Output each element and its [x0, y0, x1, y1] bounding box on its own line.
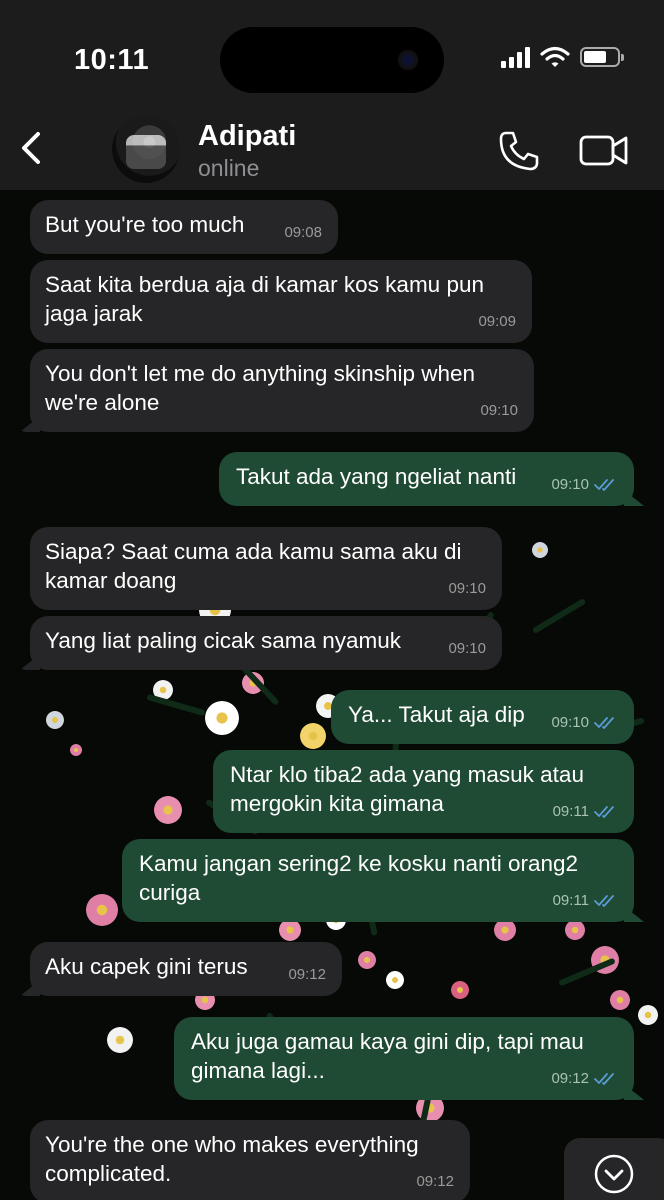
- wallpaper-flower: [610, 990, 630, 1010]
- incoming-message[interactable]: Saat kita berdua aja di kamar kos kamu p…: [30, 260, 532, 343]
- message-meta: 09:10: [551, 708, 618, 737]
- chevron-down-icon: [594, 1154, 634, 1194]
- incoming-message[interactable]: But you're too much 09:08: [30, 200, 338, 254]
- wallpaper-flower: [205, 701, 239, 735]
- back-chevron-icon[interactable]: [14, 128, 54, 168]
- outgoing-message[interactable]: Ya... Takut aja dip 09:10: [331, 690, 634, 744]
- double-check-icon: [594, 805, 614, 818]
- message-time: 09:08: [284, 224, 322, 241]
- wallpaper-flower: [386, 971, 404, 989]
- message-time: 09:10: [480, 402, 518, 419]
- status-time: 10:11: [74, 44, 150, 76]
- wallpaper-flower: [107, 1027, 133, 1053]
- double-check-icon: [594, 478, 614, 491]
- wallpaper-flower: [451, 981, 469, 999]
- battery-icon: [580, 47, 624, 67]
- message-meta: 09:10: [480, 396, 518, 425]
- message-text: You don't let me do anything skinship wh…: [45, 361, 476, 415]
- wallpaper-flower: [70, 744, 82, 756]
- outgoing-message[interactable]: Kamu jangan sering2 ke kosku nanti orang…: [122, 839, 634, 922]
- scroll-to-bottom-button[interactable]: [564, 1138, 664, 1200]
- message-text: Aku capek gini terus: [45, 954, 248, 979]
- message-meta: 09:10: [448, 574, 486, 603]
- video-camera-icon[interactable]: [578, 130, 630, 170]
- wallpaper-leaf: [146, 693, 206, 717]
- incoming-message[interactable]: You don't let me do anything skinship wh…: [30, 349, 534, 432]
- contact-avatar[interactable]: [112, 115, 180, 183]
- chat-header: Adipati online: [0, 110, 664, 190]
- message-meta: 09:11: [553, 797, 618, 826]
- wallpaper-flower: [532, 542, 548, 558]
- message-meta: 09:10: [448, 634, 486, 663]
- double-check-icon: [594, 716, 614, 729]
- incoming-message[interactable]: Yang liat paling cicak sama nyamuk 09:10: [30, 616, 502, 670]
- message-meta: 09:12: [416, 1167, 454, 1196]
- message-meta: 09:12: [551, 1064, 618, 1093]
- wallpaper-flower: [46, 711, 64, 729]
- wallpaper-flower: [279, 919, 301, 941]
- message-text: But you're too much: [45, 212, 245, 237]
- message-time: 09:11: [552, 892, 589, 909]
- message-meta: 09:09: [478, 307, 516, 336]
- wifi-icon: [540, 46, 570, 67]
- incoming-message[interactable]: Aku capek gini terus 09:12: [30, 942, 342, 996]
- message-time: 09:10: [551, 476, 589, 493]
- message-text: Saat kita berdua aja di kamar kos kamu p…: [45, 272, 484, 326]
- message-text: Kamu jangan sering2 ke kosku nanti orang…: [139, 851, 579, 905]
- message-meta: 09:08: [284, 218, 322, 247]
- message-meta: 09:11: [553, 886, 618, 915]
- message-time: 09:10: [551, 714, 589, 731]
- outgoing-message[interactable]: Ntar klo tiba2 ada yang masuk atau mergo…: [213, 750, 634, 833]
- message-time: 09:10: [448, 580, 486, 597]
- message-time: 09:11: [552, 803, 589, 820]
- double-check-icon: [594, 894, 614, 907]
- message-meta: 09:10: [551, 470, 618, 499]
- wallpaper-flower: [86, 894, 118, 926]
- phone-icon[interactable]: [496, 128, 542, 174]
- message-time: 09:12: [551, 1070, 589, 1087]
- wallpaper-flower: [638, 1005, 658, 1025]
- message-meta: 09:12: [288, 960, 326, 989]
- status-bar: 10:11: [0, 0, 664, 110]
- wallpaper-flower: [300, 723, 326, 749]
- incoming-message[interactable]: You're the one who makes everything comp…: [30, 1120, 470, 1200]
- message-text: You're the one who makes everything comp…: [45, 1132, 419, 1186]
- message-time: 09:09: [478, 313, 516, 330]
- wallpaper-leaf: [531, 597, 587, 635]
- outgoing-message[interactable]: Aku juga gamau kaya gini dip, tapi mau g…: [174, 1017, 634, 1100]
- contact-name[interactable]: Adipati: [198, 120, 296, 153]
- wallpaper-flower: [358, 951, 376, 969]
- wallpaper-flower: [154, 796, 182, 824]
- wallpaper-flower: [494, 919, 516, 941]
- message-time: 09:10: [448, 640, 486, 657]
- outgoing-message[interactable]: Takut ada yang ngeliat nanti 09:10: [219, 452, 634, 506]
- contact-presence: online: [198, 155, 260, 181]
- message-time: 09:12: [288, 966, 326, 983]
- message-text: Siapa? Saat cuma ada kamu sama aku di ka…: [45, 539, 462, 593]
- status-icons: [501, 46, 624, 68]
- incoming-message[interactable]: Siapa? Saat cuma ada kamu sama aku di ka…: [30, 527, 502, 610]
- wallpaper-flower: [565, 920, 585, 940]
- chat-area[interactable]: But you're too much 09:08 Saat kita berdua…: [0, 190, 664, 1200]
- message-text: Yang liat paling cicak sama nyamuk: [45, 628, 402, 653]
- dynamic-island: [220, 27, 444, 93]
- signal-icon: [501, 46, 530, 68]
- double-check-icon: [594, 1072, 614, 1085]
- message-time: 09:12: [416, 1173, 454, 1190]
